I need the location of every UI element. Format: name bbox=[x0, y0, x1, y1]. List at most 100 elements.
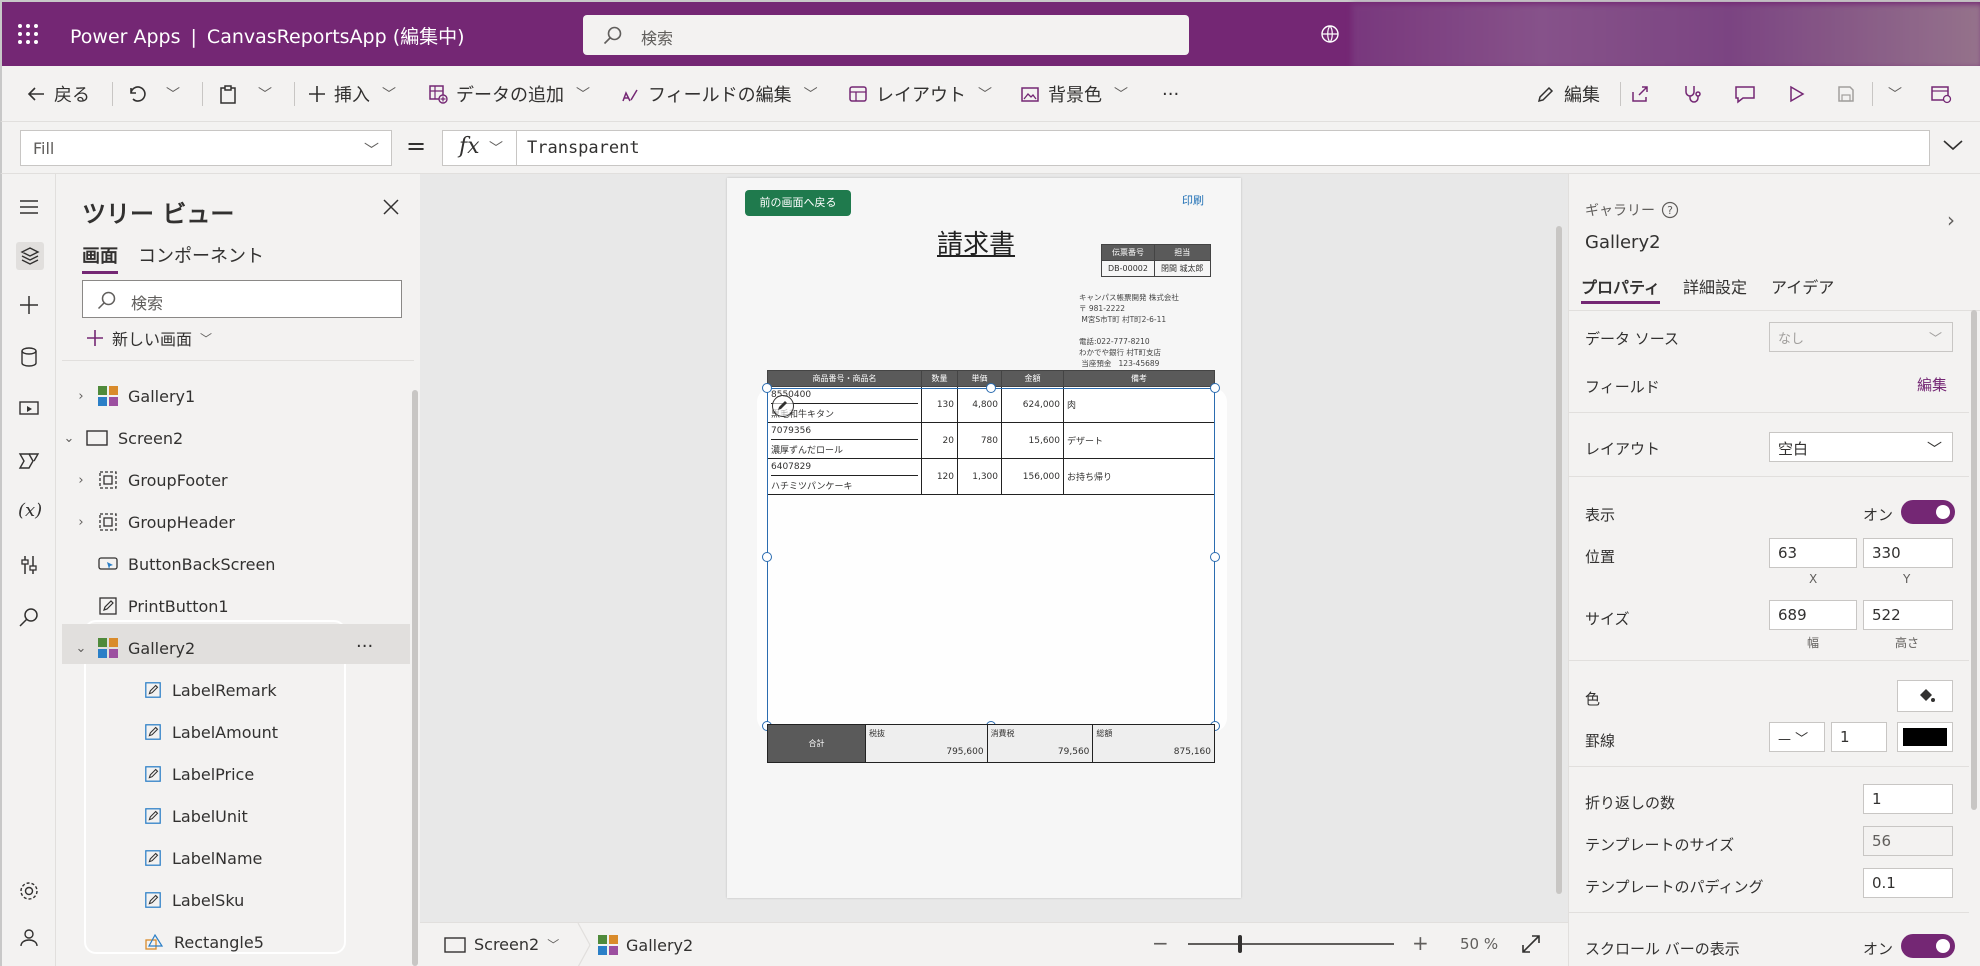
chevron-right-icon[interactable]: › bbox=[74, 389, 88, 404]
gallery-selection-frame[interactable] bbox=[762, 383, 1220, 731]
position-y-input[interactable]: 330 bbox=[1863, 538, 1953, 568]
new-screen-button[interactable]: 新しい画面 ﹀ bbox=[86, 326, 212, 350]
layout-dropdown[interactable]: 空白 ﹀ bbox=[1769, 432, 1953, 462]
tree-search-input[interactable]: 検索 bbox=[82, 280, 402, 318]
resize-handle[interactable] bbox=[762, 383, 772, 393]
breadcrumb-screen[interactable]: Screen2 ﹀ bbox=[444, 935, 559, 954]
tab-screens[interactable]: 画面 bbox=[82, 242, 118, 274]
zoom-out-button[interactable]: − bbox=[1152, 931, 1169, 955]
insert-button[interactable]: 挿入 ﹀ bbox=[308, 80, 396, 108]
tab-advanced[interactable]: 詳細設定 bbox=[1683, 274, 1747, 298]
background-color-button[interactable]: 背景色 ﹀ bbox=[1020, 80, 1128, 108]
back-screen-button[interactable]: 前の画面へ戻る bbox=[745, 190, 851, 216]
edit-fields-button[interactable]: フィールドの編集 ﹀ bbox=[620, 80, 818, 108]
search-icon[interactable] bbox=[18, 606, 40, 628]
publish-button[interactable] bbox=[1930, 80, 1952, 108]
expand-formula-icon[interactable] bbox=[1942, 138, 1964, 152]
tree-item-gallery2[interactable]: ⌄ Gallery2 bbox=[74, 628, 195, 668]
data-icon[interactable] bbox=[18, 346, 40, 368]
resize-handle[interactable] bbox=[1210, 383, 1220, 393]
tree-item-labelname[interactable]: LabelName bbox=[144, 838, 262, 878]
tree-item-labelprice[interactable]: LabelPrice bbox=[144, 754, 254, 794]
edit-template-icon[interactable] bbox=[772, 395, 794, 417]
invoice-screen[interactable]: 前の画面へ戻る 印刷 請求書 伝票番号 担当 DB-00002 閉間 城太郎 キ… bbox=[727, 178, 1241, 898]
media-icon[interactable] bbox=[18, 398, 40, 420]
resize-handle[interactable] bbox=[762, 552, 772, 562]
zoom-slider[interactable] bbox=[1188, 943, 1394, 945]
zoom-slider-thumb[interactable] bbox=[1238, 935, 1242, 953]
tree-item-labelunit[interactable]: LabelUnit bbox=[144, 796, 248, 836]
formula-input[interactable]: fx ﹀ Transparent bbox=[442, 130, 1930, 166]
more-options-button[interactable]: ··· bbox=[356, 626, 373, 666]
app-launcher-icon[interactable] bbox=[16, 22, 40, 46]
save-options-button[interactable]: ﹀ bbox=[1884, 80, 1902, 108]
virtual-agent-icon[interactable] bbox=[18, 926, 40, 948]
variables-icon[interactable]: (x) bbox=[18, 500, 42, 522]
tree-item-printbutton1[interactable]: PrintButton1 bbox=[98, 586, 229, 626]
insert-icon[interactable] bbox=[18, 294, 40, 316]
comments-button[interactable] bbox=[1734, 80, 1756, 108]
chevron-right-icon[interactable]: › bbox=[74, 473, 88, 488]
width-input[interactable]: 689 bbox=[1769, 600, 1857, 630]
tree-item-rectangle5[interactable]: Rectangle5 bbox=[144, 922, 264, 962]
chevron-down-icon[interactable]: ⌄ bbox=[62, 431, 76, 446]
tree-item-labelremark[interactable]: LabelRemark bbox=[144, 670, 277, 710]
height-input[interactable]: 522 bbox=[1863, 600, 1953, 630]
formula-text[interactable]: Transparent bbox=[527, 138, 640, 158]
preview-button[interactable] bbox=[1786, 80, 1806, 108]
tab-components[interactable]: コンポーネント bbox=[138, 242, 264, 268]
back-button[interactable]: 戻る bbox=[26, 80, 90, 108]
tree-view-icon[interactable] bbox=[16, 242, 44, 270]
properties-scrollbar[interactable] bbox=[1971, 310, 1977, 810]
save-button[interactable] bbox=[1836, 80, 1856, 108]
tree-item-groupheader[interactable]: › GroupHeader bbox=[74, 502, 235, 542]
paste-button[interactable]: ﹀ bbox=[218, 80, 272, 108]
tree-scrollbar[interactable] bbox=[412, 390, 418, 966]
wrap-count-input[interactable]: 1 bbox=[1863, 784, 1953, 814]
border-style-dropdown[interactable]: — ﹀ bbox=[1769, 722, 1825, 752]
tab-ideas[interactable]: アイデア bbox=[1771, 274, 1834, 298]
template-size-input[interactable]: 56 bbox=[1863, 826, 1953, 856]
chevron-right-icon[interactable]: › bbox=[74, 515, 88, 530]
scrollbar-toggle[interactable] bbox=[1901, 934, 1955, 958]
visible-toggle[interactable] bbox=[1901, 500, 1955, 524]
breadcrumb-control[interactable]: Gallery2 bbox=[598, 935, 693, 955]
chevron-down-icon[interactable]: ﹀ bbox=[166, 84, 180, 104]
layout-button[interactable]: レイアウト ﹀ bbox=[848, 80, 992, 108]
advanced-tools-icon[interactable] bbox=[18, 554, 40, 576]
position-x-input[interactable]: 63 bbox=[1769, 538, 1857, 568]
resize-handle[interactable] bbox=[1210, 552, 1220, 562]
app-checker-button[interactable] bbox=[1682, 80, 1702, 108]
share-button[interactable] bbox=[1630, 80, 1650, 108]
more-commands-button[interactable]: ··· bbox=[1162, 80, 1179, 108]
tree-item-buttonbackscreen[interactable]: ButtonBackScreen bbox=[98, 544, 275, 584]
canvas-scrollbar[interactable] bbox=[1556, 226, 1562, 894]
environment-icon[interactable] bbox=[1320, 24, 1340, 44]
data-source-dropdown[interactable]: なし ﹀ bbox=[1769, 322, 1953, 352]
product-name[interactable]: Power Apps bbox=[70, 26, 181, 48]
border-color-button[interactable] bbox=[1897, 722, 1953, 752]
tree-item-screen2[interactable]: ⌄ Screen2 bbox=[56, 418, 184, 458]
function-button[interactable]: fx ﹀ bbox=[443, 131, 517, 165]
chevron-right-icon[interactable]: › bbox=[1947, 208, 1955, 232]
print-button[interactable]: 印刷 bbox=[1182, 192, 1204, 208]
fit-to-window-icon[interactable] bbox=[1520, 933, 1542, 955]
power-automate-icon[interactable] bbox=[18, 450, 40, 472]
add-data-button[interactable]: データの追加 ﹀ bbox=[428, 80, 590, 108]
fields-edit-link[interactable]: 編集 bbox=[1917, 374, 1947, 395]
property-dropdown[interactable]: Fill ﹀ bbox=[20, 130, 392, 166]
help-icon[interactable]: ? bbox=[1661, 201, 1679, 219]
template-padding-input[interactable]: 0.1 bbox=[1863, 868, 1953, 898]
edit-button[interactable]: 編集 bbox=[1536, 80, 1600, 108]
settings-gear-icon[interactable] bbox=[18, 880, 40, 902]
fill-color-button[interactable] bbox=[1897, 680, 1953, 712]
tree-item-labelsku[interactable]: LabelSku bbox=[144, 880, 244, 920]
chevron-down-icon[interactable]: ⌄ bbox=[74, 641, 88, 656]
zoom-in-button[interactable]: + bbox=[1412, 931, 1429, 955]
close-icon[interactable] bbox=[382, 198, 400, 216]
border-width-input[interactable]: 1 bbox=[1831, 722, 1887, 752]
chevron-down-icon[interactable]: ﹀ bbox=[258, 84, 272, 104]
tab-properties[interactable]: プロパティ bbox=[1581, 274, 1661, 304]
resize-handle[interactable] bbox=[986, 383, 996, 393]
tree-item-groupfooter[interactable]: › GroupFooter bbox=[74, 460, 227, 500]
